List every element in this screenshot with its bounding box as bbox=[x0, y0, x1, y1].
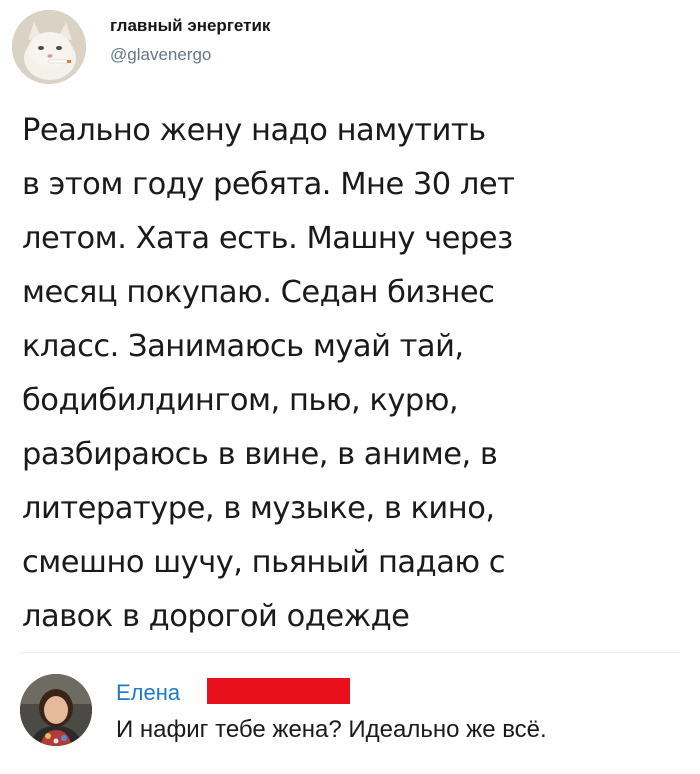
tweet-line: бодибилдингом, пью, курю, bbox=[22, 383, 459, 418]
tweet-line: в этом году ребята. Мне 30 лет bbox=[22, 167, 515, 202]
divider bbox=[20, 652, 680, 653]
cat-avatar-icon bbox=[12, 10, 86, 84]
tweet-line: литературе, в музыке, в кино, bbox=[22, 491, 495, 526]
author-avatar[interactable] bbox=[12, 10, 86, 84]
reply-avatar[interactable] bbox=[20, 674, 92, 746]
reply-author-name[interactable]: Елена bbox=[116, 680, 180, 706]
redaction-bar bbox=[207, 678, 350, 704]
reply-text: И нафиг тебе жена? Идеально же всё. bbox=[116, 716, 547, 743]
tweet-line: лавок в дорогой одежде bbox=[22, 599, 410, 634]
woman-avatar-icon bbox=[20, 674, 92, 746]
tweet-line: летом. Хата есть. Машну через bbox=[22, 221, 513, 256]
tweet-line: Реально жену надо намутить bbox=[22, 113, 486, 148]
tweet-text: Реально жену надо намутить в этом году р… bbox=[22, 104, 687, 644]
tweet-line: месяц покупаю. Седан бизнес bbox=[22, 275, 495, 310]
author-handle[interactable]: @glavenergo bbox=[110, 45, 211, 65]
tweet-line: класс. Занимаюсь муай тай, bbox=[22, 329, 464, 364]
author-name[interactable]: главный энергетик bbox=[110, 16, 270, 36]
tweet-line: смешно шучу, пьяный падаю с bbox=[22, 545, 506, 580]
tweet-line: разбираюсь в вине, в аниме, в bbox=[22, 437, 498, 472]
